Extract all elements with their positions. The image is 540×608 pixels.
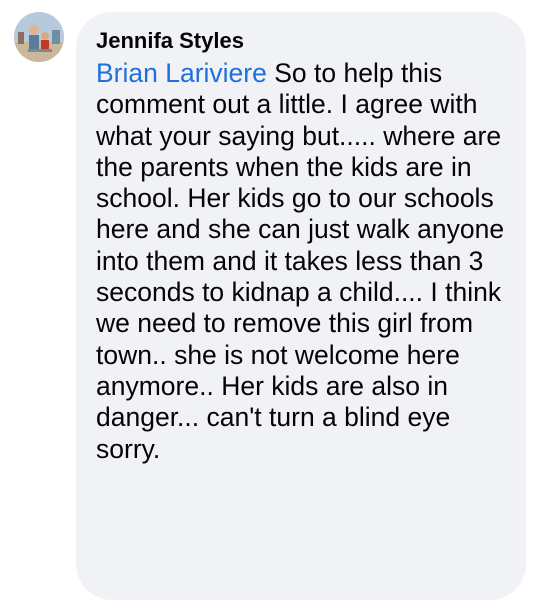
profile-photo-icon <box>14 12 64 62</box>
comment-body: Brian Lariviere So to help this comment … <box>96 58 508 465</box>
comment-bubble: Jennifa Styles Brian Lariviere So to hel… <box>76 12 526 600</box>
mention-link[interactable]: Brian Lariviere <box>96 58 267 88</box>
comment-author-name[interactable]: Jennifa Styles <box>96 26 508 56</box>
avatar[interactable] <box>14 12 64 62</box>
comment-text: So to help this comment out a little. I … <box>96 58 505 464</box>
